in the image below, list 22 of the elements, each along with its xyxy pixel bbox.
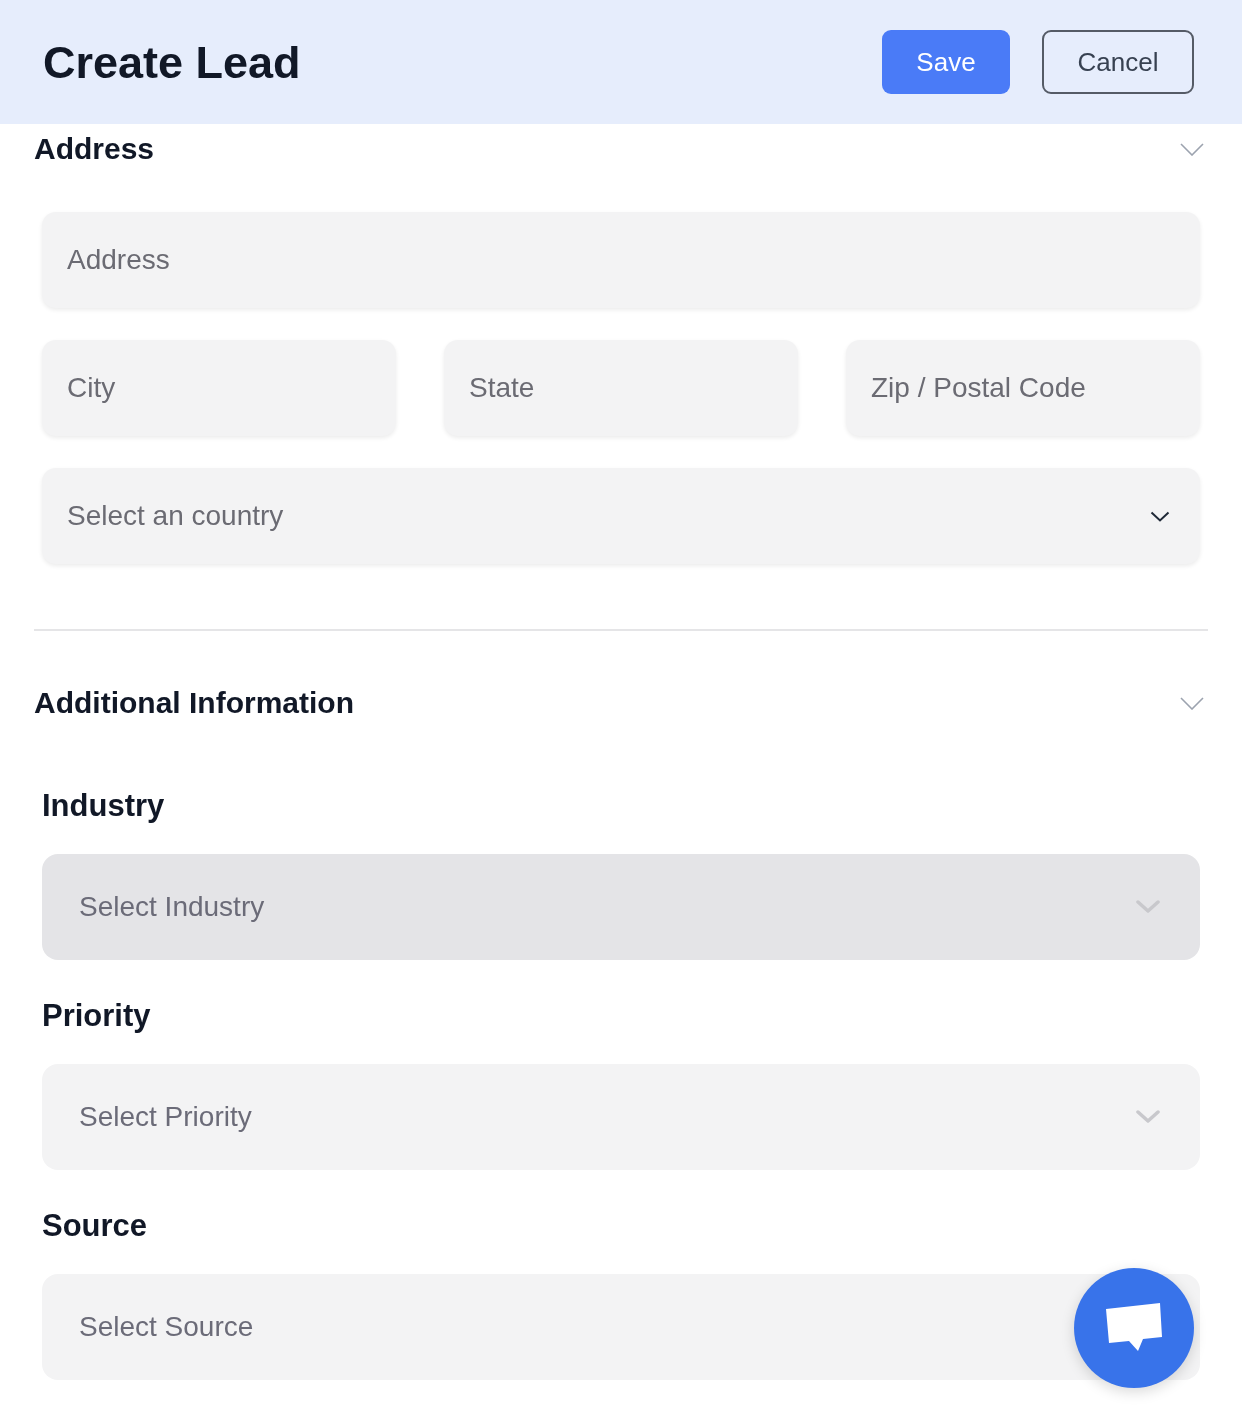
field-label: Priority — [42, 997, 151, 1035]
city-field[interactable]: City — [42, 340, 396, 436]
country-select[interactable]: Select an country — [42, 468, 1200, 564]
dropdown-select[interactable]: Select Industry — [42, 854, 1200, 960]
chevron-down-icon — [1136, 900, 1160, 914]
chevron-down-icon — [1136, 1110, 1160, 1124]
field-label: Industry — [42, 787, 165, 825]
chevron-down-icon[interactable] — [1180, 696, 1204, 710]
section-heading: Additional Information — [34, 685, 354, 721]
chevron-down-icon — [1150, 510, 1170, 522]
save-button[interactable]: Save — [882, 30, 1010, 94]
dropdown-select[interactable]: Select Priority — [42, 1064, 1200, 1170]
speech-bubble-icon — [1105, 1303, 1163, 1353]
zip-code-field[interactable]: Zip / Postal Code — [846, 340, 1200, 436]
cancel-button[interactable]: Cancel — [1042, 30, 1194, 94]
state-field[interactable]: State — [444, 340, 798, 436]
chevron-down-icon[interactable] — [1180, 142, 1204, 156]
page-title: Create Lead — [43, 39, 301, 85]
dropdown-select[interactable]: Select Source — [42, 1274, 1200, 1380]
address-field[interactable]: Address — [42, 212, 1200, 308]
field-label: Source — [42, 1207, 148, 1245]
section-heading: Address — [34, 131, 155, 167]
